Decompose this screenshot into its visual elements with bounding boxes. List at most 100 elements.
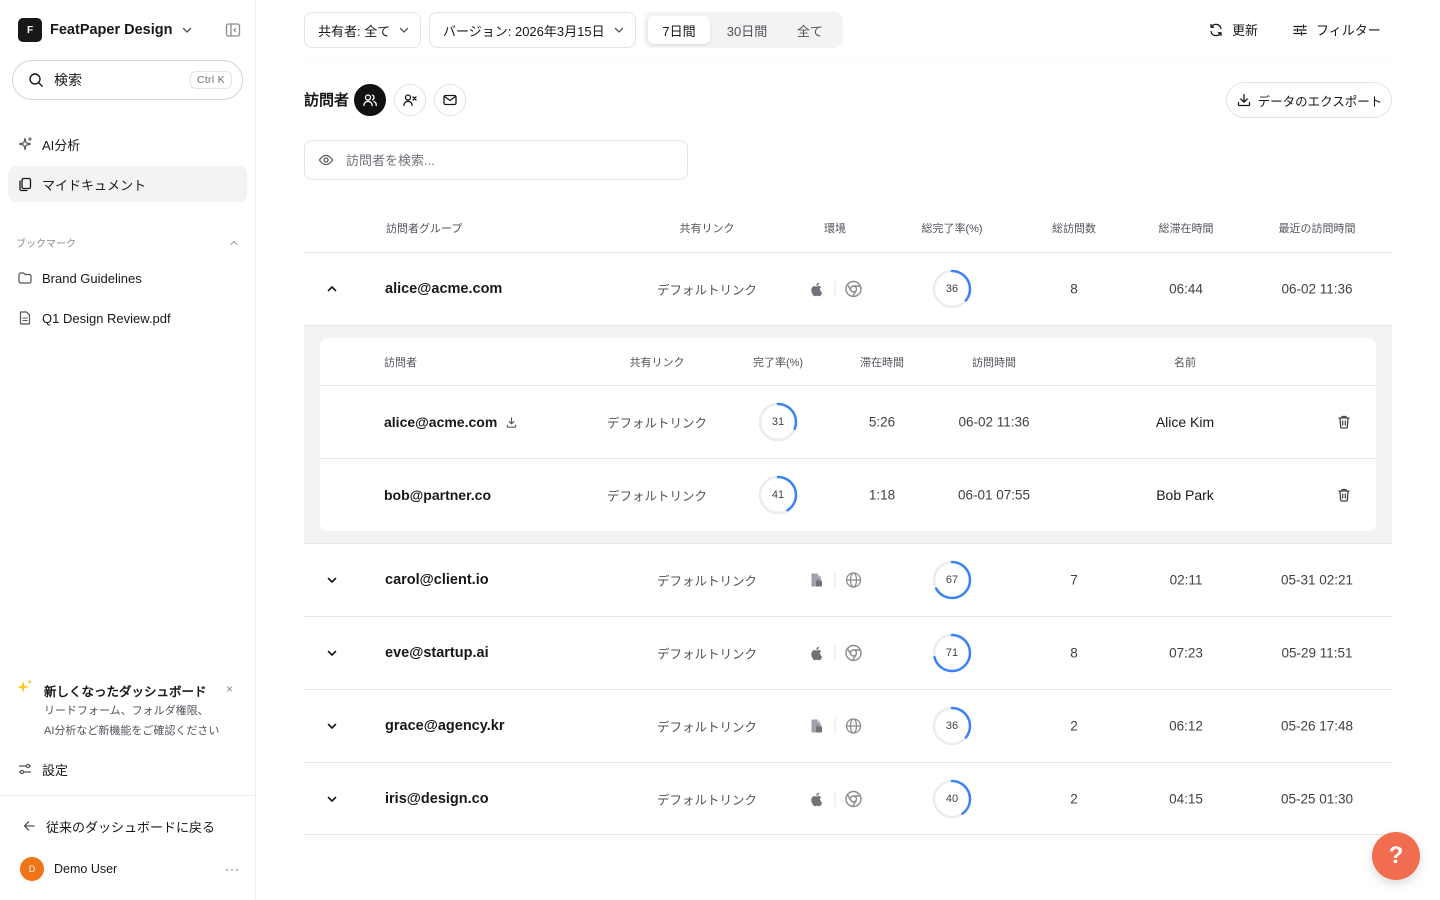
sharer-filter-dropdown[interactable]: 共有者: 全て [304, 12, 422, 48]
col-header-group: 訪問者グループ [386, 223, 463, 235]
share-link: デフォルトリンク [656, 574, 758, 589]
toolbar-divider [304, 58, 1392, 59]
search-label: 検索 [54, 72, 82, 88]
help-button[interactable]: ? [1372, 832, 1420, 880]
download-icon [1237, 93, 1250, 107]
visitor-group-row[interactable]: iris@design.co デフォルトリンク 40 2 04:15 05-25 01:3… [304, 762, 1392, 835]
visitor-email-cell: alice@acme.com [384, 414, 518, 430]
visitor-search-input[interactable] [346, 152, 666, 168]
arrow-left-icon [21, 818, 37, 834]
col-header-last-visit: 最近の訪問時間 [1278, 223, 1356, 235]
completion-value: 67 [945, 574, 959, 586]
col-header-visits: 総訪問数 [1052, 223, 1096, 235]
sparkle-emoji-icon [14, 678, 34, 698]
last-visit-time: 06-02 11:36 [1281, 281, 1353, 297]
user-x-icon [403, 94, 417, 107]
promo-title: 新しくなったダッシュボード [44, 685, 207, 699]
search-icon [28, 72, 44, 88]
visitor-group-row[interactable]: eve@startup.ai デフォルトリンク 71 8 07:23 05-29 11:5… [304, 616, 1392, 689]
trash-icon[interactable] [1336, 414, 1352, 430]
chevron-down-icon[interactable] [325, 646, 339, 660]
chevron-up-icon[interactable] [325, 282, 339, 296]
workspace-switcher[interactable]: F FeatPaper Design [18, 18, 193, 42]
visitor-row[interactable]: alice@acme.com デフォルトリンク 31 5:26 06-02 11:36 A… [320, 385, 1376, 458]
user-menu[interactable]: D Demo User ··· [20, 857, 240, 881]
chevron-down-icon[interactable] [325, 719, 339, 733]
environment [808, 644, 863, 662]
back-to-legacy-dashboard[interactable]: 従来のダッシュボードに戻る [12, 808, 251, 844]
visit-time: 06-01 07:55 [957, 487, 1031, 503]
collapse-sidebar-icon[interactable] [224, 21, 242, 42]
sidebar-item-settings[interactable]: 設定 [8, 751, 247, 787]
chevron-up-icon [228, 237, 240, 249]
android-icon [808, 571, 826, 589]
visitor-group-email: eve@startup.ai [385, 645, 489, 661]
completion-ring: 71 [932, 633, 972, 673]
env-separator [834, 281, 836, 297]
env-separator [834, 718, 836, 734]
sub-col-header-completion: 完了率(%) [752, 357, 804, 369]
export-data-button[interactable]: データのエクスポート [1226, 82, 1392, 118]
filter-button[interactable]: フィルター [1292, 20, 1381, 39]
chrome-icon [845, 280, 863, 298]
workspace-name: FeatPaper Design [50, 22, 173, 38]
bookmark-item[interactable]: Brand Guidelines [8, 260, 247, 296]
share-link: デフォルトリンク [606, 416, 708, 431]
more-options-button[interactable]: ··· [225, 862, 240, 876]
visitor-row[interactable]: bob@partner.co デフォルトリンク 41 1:18 06-01 07:55 B… [320, 458, 1376, 531]
sub-col-header-name: 名前 [1174, 357, 1196, 369]
period-7-days[interactable]: 7日間 [648, 16, 710, 44]
total-duration: 02:11 [1169, 572, 1203, 588]
sidebar-item-ai-analysis[interactable]: AI分析 [8, 126, 247, 162]
view-email-visitors-button[interactable] [434, 84, 466, 116]
sparkles-icon [17, 136, 33, 152]
trash-icon[interactable] [1336, 487, 1352, 503]
download-icon [505, 416, 518, 429]
documents-icon [17, 176, 33, 192]
sub-col-header-visitor: 訪問者 [384, 357, 417, 369]
share-link: デフォルトリンク [656, 793, 758, 807]
sidebar-item-my-documents[interactable]: マイドキュメント [8, 166, 247, 202]
view-visitor-groups-button[interactable] [354, 84, 386, 116]
users-icon [363, 94, 377, 107]
visitor-email: bob@partner.co [384, 487, 491, 503]
version-filter-value: バージョン: 2026年3月15日 [443, 23, 605, 39]
chevron-down-icon[interactable] [325, 573, 339, 587]
total-duration: 06:12 [1169, 718, 1203, 734]
bookmark-item[interactable]: Q1 Design Review.pdf [8, 300, 247, 336]
bookmarks-heading[interactable]: ブックマーク [16, 235, 240, 250]
bookmarks-heading-label: ブックマーク [16, 239, 76, 250]
version-filter-dropdown[interactable]: バージョン: 2026年3月15日 [429, 12, 636, 48]
visitor-group-row[interactable]: grace@agency.kr デフォルトリンク 36 2 06:12 05-26 17:… [304, 689, 1392, 762]
chevron-down-icon[interactable] [325, 792, 339, 806]
visitor-group-email: grace@agency.kr [385, 718, 505, 734]
sidebar-divider [0, 795, 255, 796]
filter-sliders-icon [1293, 23, 1307, 36]
sub-col-header-link: 共有リンク [629, 357, 685, 369]
expanded-visitor-details: 訪問者 共有リンク 完了率(%) 滞在時間 訪問時間 名前 alice@acme… [304, 325, 1392, 544]
sidebar-search[interactable]: 検索 Ctrl K [12, 60, 243, 100]
share-link: デフォルトリンク [656, 720, 758, 735]
period-30-days[interactable]: 30日間 [716, 16, 778, 44]
sidebar-item-label: 設定 [42, 762, 69, 778]
refresh-label: 更新 [1232, 23, 1259, 38]
view-anonymous-visitors-button[interactable] [394, 84, 426, 116]
last-visit-time: 05-29 11:51 [1281, 645, 1353, 661]
col-header-env: 環境 [824, 223, 846, 235]
completion-value: 36 [945, 283, 959, 295]
visitor-detail-card: 訪問者 共有リンク 完了率(%) 滞在時間 訪問時間 名前 alice@acme… [320, 338, 1376, 531]
back-label: 従来のダッシュボードに戻る [46, 819, 216, 835]
visitor-group-row[interactable]: alice@acme.com デフォルトリンク 36 8 06:44 06-02 11:3… [304, 252, 1392, 325]
visitor-name: Bob Park [1156, 487, 1214, 503]
globe-icon [845, 717, 863, 735]
visitor-name: Alice Kim [1155, 414, 1215, 430]
environment [808, 717, 863, 735]
apple-icon [808, 280, 826, 298]
refresh-button[interactable]: 更新 [1208, 20, 1258, 39]
avatar: D [20, 857, 44, 881]
visitor-group-email: iris@design.co [385, 790, 489, 807]
visit-duration: 5:26 [868, 414, 896, 430]
visitor-group-row[interactable]: carol@client.io デフォルトリンク 67 7 02:11 05-31 02:… [304, 543, 1392, 616]
promo-close-button[interactable]: × [226, 682, 233, 696]
period-all[interactable]: 全て [784, 16, 836, 44]
